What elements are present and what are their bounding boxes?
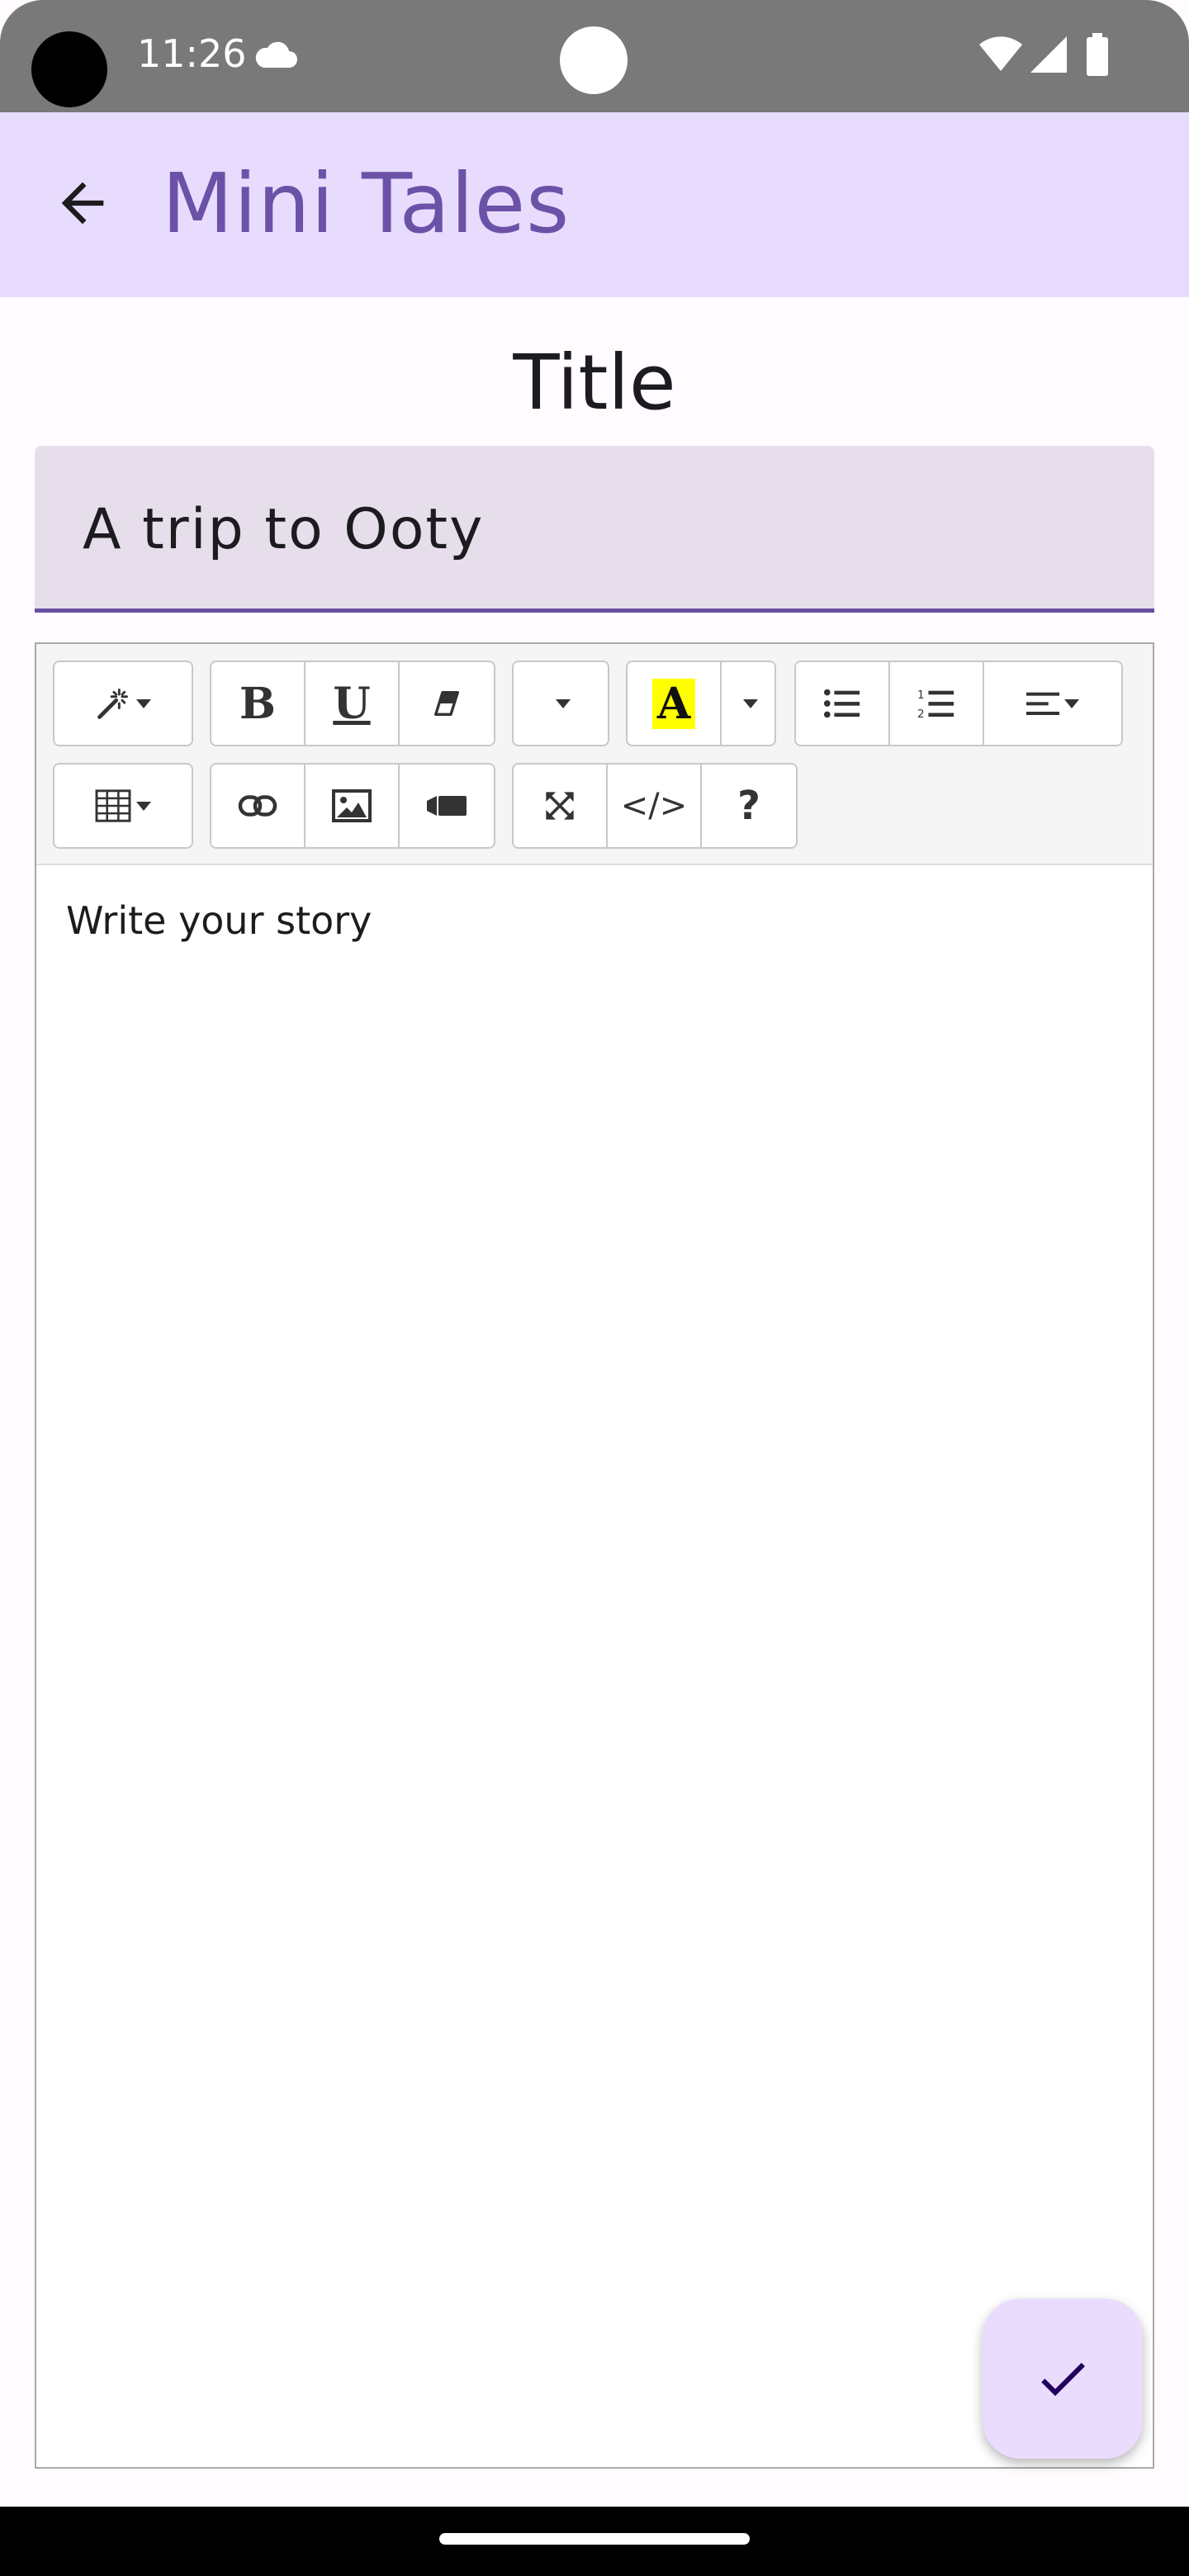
picture-button[interactable] xyxy=(306,765,400,847)
save-story-button[interactable] xyxy=(983,2299,1143,2459)
color-group: A xyxy=(626,661,776,746)
svg-text:2: 2 xyxy=(917,708,925,720)
fullscreen-button[interactable] xyxy=(514,765,608,847)
magic-wand-icon xyxy=(97,689,128,719)
style-button[interactable] xyxy=(54,662,192,745)
chevron-down-icon xyxy=(136,698,151,708)
paragraph-group: 1 2 xyxy=(794,661,1123,746)
title-input-value[interactable]: A trip to Ooty xyxy=(83,497,484,562)
code-view-button[interactable]: </> xyxy=(608,765,702,847)
align-icon xyxy=(1026,692,1059,715)
text-color-icon: A xyxy=(651,678,696,729)
style-group xyxy=(53,661,193,746)
clear-format-button[interactable] xyxy=(400,662,494,745)
home-handle[interactable] xyxy=(439,2533,750,2545)
align-button[interactable] xyxy=(984,662,1121,745)
underline-button[interactable]: U xyxy=(306,662,400,745)
link-icon xyxy=(238,795,277,817)
table-button[interactable] xyxy=(54,765,192,847)
cloud-icon xyxy=(255,41,297,68)
insert-group xyxy=(210,763,495,849)
table-group xyxy=(53,763,193,849)
status-time: 11:26 xyxy=(137,31,247,76)
story-editor-placeholder[interactable]: Write your story xyxy=(66,898,372,943)
bold-button[interactable]: B xyxy=(211,662,306,745)
ordered-list-button[interactable]: 1 2 xyxy=(890,662,984,745)
underline-icon: U xyxy=(333,678,371,729)
status-bar: 11:26 xyxy=(0,0,1189,112)
arrow-left-icon[interactable] xyxy=(51,172,114,234)
list-ul-icon xyxy=(823,689,860,718)
help-button[interactable]: ? xyxy=(702,765,796,847)
battery-icon xyxy=(1087,33,1108,76)
front-camera xyxy=(560,26,628,94)
font-style-group: B U xyxy=(210,661,495,746)
font-dropdown[interactable] xyxy=(514,662,608,745)
story-editor: B U A 1 2 </> ? Write your story xyxy=(35,642,1154,2469)
svg-text:1: 1 xyxy=(917,689,925,702)
link-button[interactable] xyxy=(211,765,306,847)
editor-toolbar: B U A 1 2 </> ? xyxy=(36,644,1153,865)
bold-icon: B xyxy=(239,678,276,729)
picture-icon xyxy=(332,789,372,822)
title-label: Title xyxy=(513,339,676,427)
misc-group: </> ? xyxy=(512,763,798,849)
wifi-icon xyxy=(979,36,1022,71)
video-icon xyxy=(427,796,467,816)
chevron-down-icon xyxy=(556,698,571,708)
camera-cutout xyxy=(31,31,107,107)
video-button[interactable] xyxy=(400,765,494,847)
check-icon xyxy=(1041,2362,1085,2396)
table-icon xyxy=(95,789,131,822)
signal-icon xyxy=(1030,36,1067,73)
list-ol-icon: 1 2 xyxy=(917,689,955,720)
color-dropdown[interactable] xyxy=(722,662,775,745)
font-size-group xyxy=(512,661,609,746)
fullscreen-icon xyxy=(546,792,574,820)
help-icon: ? xyxy=(737,783,760,829)
code-icon: </> xyxy=(620,787,688,825)
text-color-button[interactable]: A xyxy=(628,662,722,745)
title-input[interactable]: A trip to Ooty xyxy=(35,446,1154,613)
chevron-down-icon xyxy=(1064,698,1079,708)
eraser-icon xyxy=(434,691,459,716)
app-title: Mini Tales xyxy=(162,155,571,252)
chevron-down-icon xyxy=(743,698,758,708)
chevron-down-icon xyxy=(136,801,151,811)
unordered-list-button[interactable] xyxy=(796,662,890,745)
